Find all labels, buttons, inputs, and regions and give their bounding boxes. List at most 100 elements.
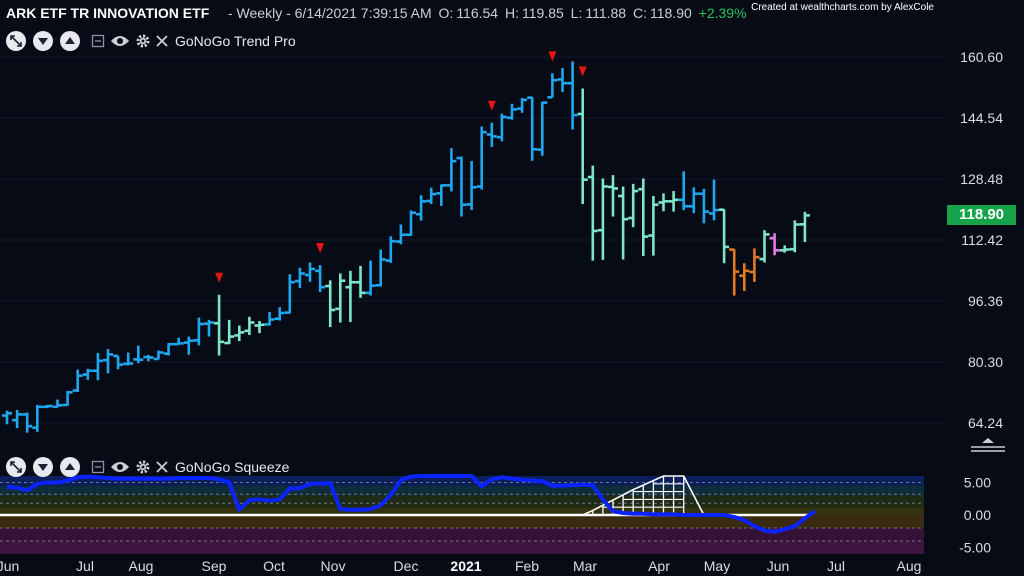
eye-icon[interactable] xyxy=(110,34,130,48)
time-tick-label: Oct xyxy=(263,558,285,574)
price-bar xyxy=(133,345,144,364)
price-bar xyxy=(284,274,295,314)
price-bar xyxy=(264,311,275,326)
squeeze-axis: 5.00 0.00 -5.00 xyxy=(959,475,991,556)
price-bar xyxy=(769,233,780,256)
eye-icon[interactable] xyxy=(110,460,130,474)
price-bar xyxy=(436,184,447,206)
last-price-badge: 118.90 xyxy=(947,205,1016,225)
price-bar xyxy=(628,183,639,228)
time-tick-label: Mar xyxy=(573,558,597,574)
price-bar xyxy=(244,316,255,336)
gear-icon[interactable] xyxy=(135,459,151,475)
low-label: L: xyxy=(570,5,583,21)
price-bar xyxy=(163,342,174,356)
price-bar xyxy=(749,248,760,282)
price-tick-label: 160.60 xyxy=(960,49,1003,65)
price-bar xyxy=(416,195,427,221)
trend-study-toolbar: GoNoGo Trend Pro xyxy=(6,30,296,52)
close-value: 118.90 xyxy=(649,5,692,21)
gear-icon[interactable] xyxy=(135,33,151,49)
squeeze-study-toolbar: GoNoGo Squeeze xyxy=(6,456,289,478)
price-bar xyxy=(426,187,437,204)
price-bar xyxy=(305,262,315,282)
price-bar xyxy=(537,101,548,156)
trend-study-name: GoNoGo Trend Pro xyxy=(175,33,296,49)
chevron-down-icon[interactable] xyxy=(33,457,53,477)
time-tick-label: Aug xyxy=(129,558,154,574)
price-bar xyxy=(325,280,336,328)
price-tick-label: 96.36 xyxy=(968,293,1003,309)
squeeze-band xyxy=(0,541,924,554)
minimize-icon[interactable] xyxy=(91,460,105,474)
price-bar xyxy=(739,263,750,291)
close-icon[interactable] xyxy=(156,461,168,473)
price-bar xyxy=(12,409,23,429)
price-bar xyxy=(456,156,467,217)
time-tick-label: Jun xyxy=(0,558,19,574)
price-bar xyxy=(2,410,12,425)
price-bar xyxy=(779,245,790,253)
chevron-down-icon[interactable] xyxy=(33,31,53,51)
price-bar xyxy=(709,179,719,221)
time-tick-label: Sep xyxy=(202,558,227,574)
price-bar xyxy=(224,319,235,345)
countertrend-marker xyxy=(548,51,557,62)
price-bar xyxy=(446,148,457,192)
price-gridlines xyxy=(0,56,945,424)
minimize-icon[interactable] xyxy=(91,34,105,48)
squeeze-tick-label: -5.00 xyxy=(959,540,991,556)
price-bar xyxy=(72,369,83,393)
time-tick-label: Jul xyxy=(827,558,845,574)
price-bar xyxy=(123,352,134,366)
price-bar xyxy=(658,193,669,212)
price-tick-label: 80.30 xyxy=(968,354,1003,370)
panel-splitter-icon[interactable] xyxy=(970,437,1006,455)
price-bar xyxy=(32,404,43,432)
countertrend-markers xyxy=(215,51,587,283)
price-bar xyxy=(335,273,346,323)
price-bar xyxy=(618,186,629,260)
price-bar xyxy=(395,224,406,245)
price-bar xyxy=(345,270,356,323)
price-axis: 160.60 144.54 128.48 112.42 96.36 80.30 64.24 xyxy=(960,49,1003,431)
time-tick-label: Jun xyxy=(767,558,790,574)
time-tick-label: May xyxy=(704,558,730,574)
chevron-up-icon[interactable] xyxy=(60,457,80,477)
price-bar xyxy=(608,175,618,217)
close-icon[interactable] xyxy=(156,35,168,47)
low-value: 111.88 xyxy=(585,5,627,21)
symbol-title: ARK ETF TR INNOVATION ETF xyxy=(6,5,210,21)
price-bar xyxy=(274,307,285,321)
time-tick-label: Nov xyxy=(321,558,346,574)
squeeze-band xyxy=(0,515,924,528)
price-bar xyxy=(759,230,770,263)
countertrend-marker xyxy=(578,66,587,77)
price-bar xyxy=(527,96,538,161)
price-bar xyxy=(52,399,63,409)
price-bar xyxy=(567,61,578,130)
price-bar xyxy=(315,265,326,293)
price-bar xyxy=(42,404,53,409)
price-bar xyxy=(365,260,376,296)
price-bar xyxy=(153,350,164,361)
expand-icon[interactable] xyxy=(6,457,26,477)
quote-summary: - Weekly - 6/14/2021 7:39:15 AM O: 116.54… xyxy=(228,0,750,26)
time-tick-label: Jul xyxy=(76,558,94,574)
price-bar xyxy=(375,249,386,287)
price-bar xyxy=(688,187,699,214)
time-tick-label: 2021 xyxy=(450,558,481,574)
price-chart[interactable]: 160.60144.54128.48112.4296.3680.3064.24 … xyxy=(0,0,1024,576)
price-tick-label: 128.48 xyxy=(960,171,1003,187)
price-bar xyxy=(668,191,679,212)
price-tick-label: 144.54 xyxy=(960,110,1003,126)
countertrend-marker xyxy=(487,100,496,111)
chevron-up-icon[interactable] xyxy=(60,31,80,51)
price-bar xyxy=(577,88,588,204)
price-bar xyxy=(476,126,487,190)
price-bar xyxy=(113,354,124,370)
price-tick-label: 112.42 xyxy=(961,232,1003,248)
expand-icon[interactable] xyxy=(6,31,26,51)
price-bar xyxy=(62,390,73,407)
countertrend-marker xyxy=(215,272,224,283)
